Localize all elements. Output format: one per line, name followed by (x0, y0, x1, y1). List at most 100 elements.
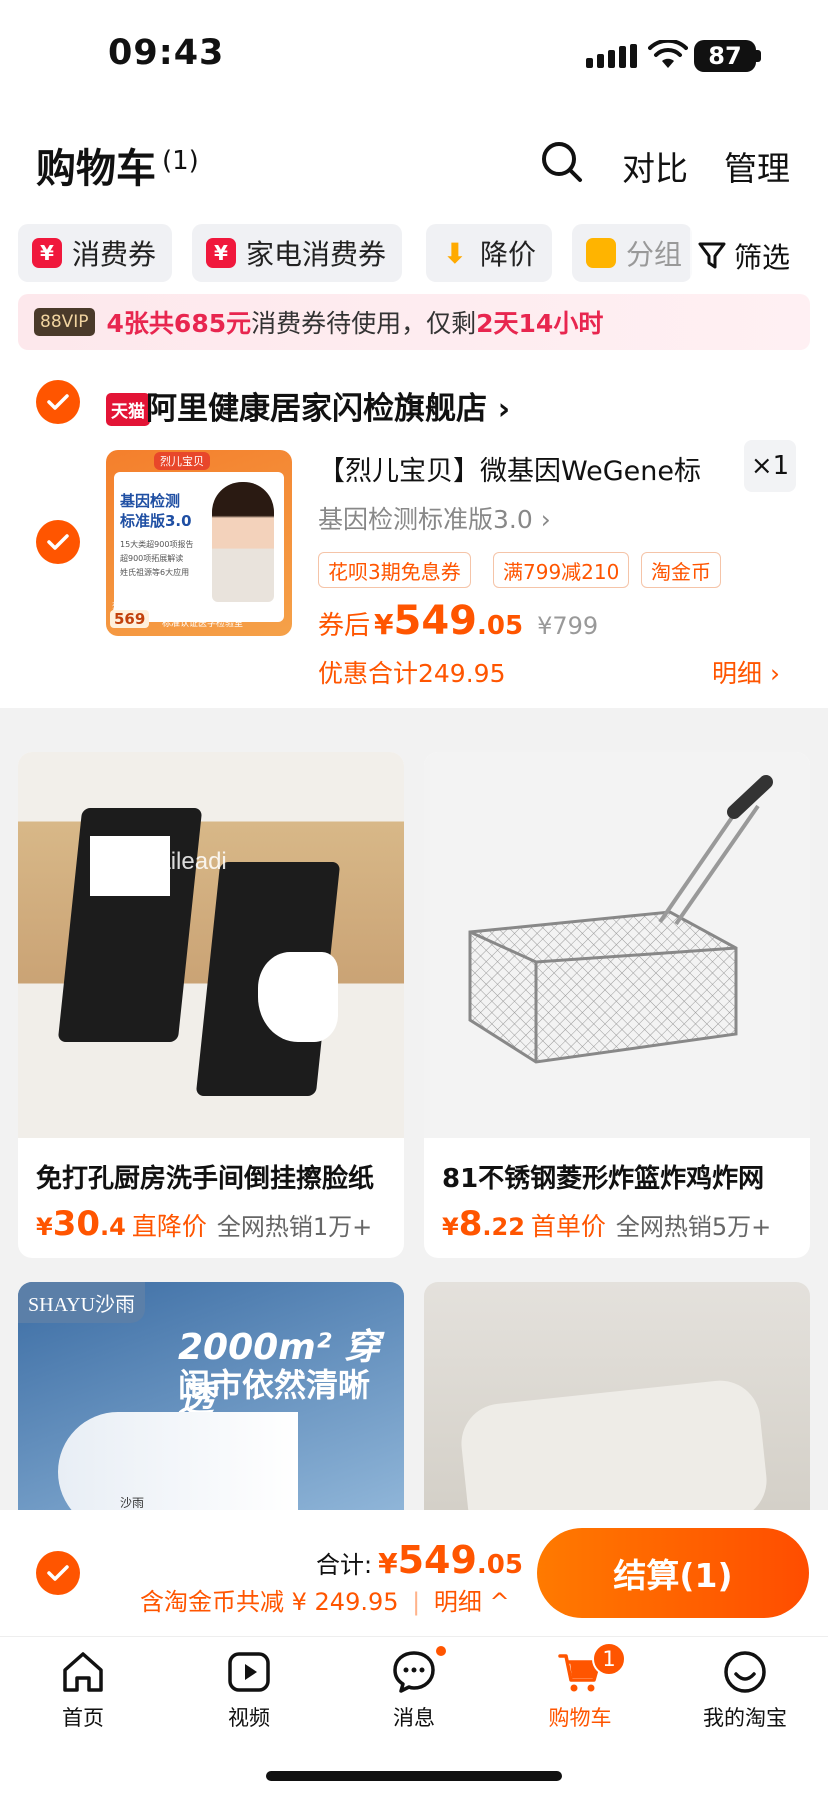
manage-button[interactable]: 管理 (724, 142, 790, 190)
item-checkbox[interactable] (36, 520, 80, 564)
promo-tag: 花呗3期免息券 (318, 552, 471, 588)
total-dec: .05 (476, 1550, 523, 1580)
price-int: 30 (52, 1204, 101, 1244)
total-price: 合计: ¥ 549 .05 (316, 1538, 523, 1582)
chip-price-drop[interactable]: ⬇ 降价 (426, 224, 553, 282)
promo-tag: 淘金币 (641, 552, 721, 588)
shop-checkbox[interactable] (36, 380, 80, 424)
sku-text: 基因检测标准版3.0 (318, 505, 533, 534)
saving-info[interactable]: 含淘金币共减 ¥ 249.95 | 明细 ^ (140, 1582, 510, 1617)
cart-count: (1) (162, 146, 199, 176)
chip-label: 分组 (626, 238, 683, 271)
tissue-right (258, 952, 338, 1042)
currency: ¥ (36, 1213, 53, 1241)
coupon-banner[interactable]: 88VIP 4张共685元 消费券待使用，仅剩 2天14小时 (18, 294, 810, 350)
promo-tag: 满799减210 (493, 552, 630, 588)
tmall-badge: 天猫 (106, 393, 150, 426)
tab-cart[interactable]: 购物车 (497, 1648, 663, 1732)
rec-card[interactable] (424, 1282, 810, 1510)
divider: | (412, 1588, 421, 1616)
tab-label: 视频 (228, 1706, 270, 1730)
fryer-basket-illustration (468, 775, 773, 1064)
price-int: 8 (458, 1204, 483, 1244)
price-drop-icon: ⬇ (443, 236, 467, 270)
brand-label: SHAYU沙雨 (18, 1282, 146, 1323)
rec-card[interactable]: 81不锈钢菱形炸篮炸鸡炸网 ¥ 8 .22 首单价 全网热销5万+ (424, 752, 810, 1258)
img-bullet: 15大类超900项报告 (120, 540, 194, 549)
tab-profile[interactable]: 我的淘宝 (662, 1648, 828, 1732)
chip-coupon[interactable]: ¥ 消费券 (18, 224, 173, 282)
chevron-right-icon: › (540, 505, 551, 534)
img-bullets: 15大类超900项报告 超900项拓展解读 姓氏祖源等6大应用 (120, 538, 212, 580)
battery-tip (756, 50, 761, 62)
select-all-checkbox[interactable] (36, 1551, 80, 1595)
tab-messages[interactable]: 消息 (331, 1648, 497, 1732)
sku-selector[interactable]: 基因检测标准版3.0 › (318, 500, 551, 536)
chip-label: 消费券 (72, 238, 157, 271)
rec-name: 免打孔厨房洗手间倒挂擦脸纸 (36, 1164, 375, 1194)
product-image[interactable]: 烈儿宝贝 基因检测 标准版3.0 15大类超900项报告 超900项拓展解读 姓… (106, 450, 292, 636)
img-heading1: 基因检测 (120, 492, 181, 510)
checkmark-icon (47, 534, 69, 550)
filter-button[interactable]: 筛选 (698, 236, 790, 276)
product-title[interactable]: 【烈儿宝贝】微基因WeGene标 (318, 449, 728, 488)
wifi-icon (648, 40, 688, 68)
price-currency: ¥ (374, 608, 394, 641)
price-tag: 首单价 (530, 1212, 606, 1241)
search-icon[interactable] (540, 140, 584, 184)
tab-video[interactable]: 视频 (166, 1648, 332, 1732)
chip-group[interactable]: 分组 (572, 224, 692, 282)
filter-label: 筛选 (734, 241, 791, 274)
tab-label: 我的淘宝 (703, 1706, 787, 1730)
price-dec: .05 (477, 611, 524, 641)
chip-appliance-coupon[interactable]: ¥ 家电消费券 (192, 224, 403, 282)
coupon-icon: ¥ (206, 238, 236, 268)
rec-image (424, 752, 810, 1138)
detail-link[interactable]: 明细 › (712, 654, 780, 690)
rec-image: Kuaileadi (18, 752, 404, 1138)
tab-label: 购物车 (548, 1706, 612, 1730)
rec-card[interactable]: SHAYU沙雨 2000m² 穿透 闹市依然清晰 沙雨 (18, 1282, 404, 1510)
ad-line2: 闹市依然清晰 (178, 1366, 371, 1404)
message-icon (393, 1651, 435, 1693)
fabric-illustration (457, 1376, 771, 1510)
shop-name-text: 阿里健康居家闪检旗舰店 (146, 391, 487, 427)
price-int: 549 (393, 598, 478, 644)
tab-label: 首页 (62, 1706, 104, 1730)
home-icon (63, 1652, 103, 1692)
checkmark-icon (47, 394, 69, 410)
home-indicator (266, 1771, 562, 1781)
chip-label: 降价 (480, 238, 537, 271)
rec-price: ¥ 30 .4 直降价 全网热销1万+ (36, 1204, 372, 1244)
img-price: 569 (110, 610, 150, 628)
total-label: 合计: (316, 1551, 373, 1579)
chevron-right-icon: › (497, 392, 511, 427)
compare-button[interactable]: 对比 (622, 142, 688, 190)
rec-name: 81不锈钢菱形炸篮炸鸡炸网 (442, 1164, 765, 1194)
cellular-signal-icon (586, 44, 637, 68)
watermark: Kuaileadi (128, 848, 227, 875)
img-top-label: 烈儿宝贝 (154, 452, 210, 470)
quantity-badge[interactable]: ×1 (744, 440, 796, 492)
img-bullet: 超900项拓展解读 (120, 554, 184, 563)
shop-name[interactable]: 阿里健康居家闪检旗舰店 › (146, 383, 510, 428)
person-illustration (212, 482, 274, 602)
tab-home[interactable]: 首页 (0, 1648, 166, 1732)
cart-badge: 1 (592, 1642, 626, 1676)
coupon-text: 消费券待使用，仅剩 (251, 309, 477, 338)
price-prefix: 券后 (318, 611, 371, 641)
img-footer: 标准认证医学检验室 (162, 619, 244, 629)
sales: 全网热销5万+ (615, 1213, 772, 1241)
currency: ¥ (442, 1213, 459, 1241)
rec-card[interactable]: Kuaileadi 免打孔厨房洗手间倒挂擦脸纸 ¥ 30 .4 直降价 全网热销… (18, 752, 404, 1258)
checkout-button[interactable]: 结算(1) (537, 1528, 809, 1618)
88vip-badge: 88VIP (34, 308, 95, 336)
folder-icon (586, 238, 616, 268)
product-logo: 沙雨 (120, 1496, 145, 1510)
discount-total: 优惠合计249.95 (318, 659, 506, 688)
video-icon (228, 1652, 270, 1692)
img-heading2: 标准版3.0 (120, 512, 192, 530)
checkmark-icon (47, 1565, 69, 1581)
coupon-amount: 4张共685元 (106, 309, 252, 338)
currency: ¥ (378, 1547, 398, 1580)
